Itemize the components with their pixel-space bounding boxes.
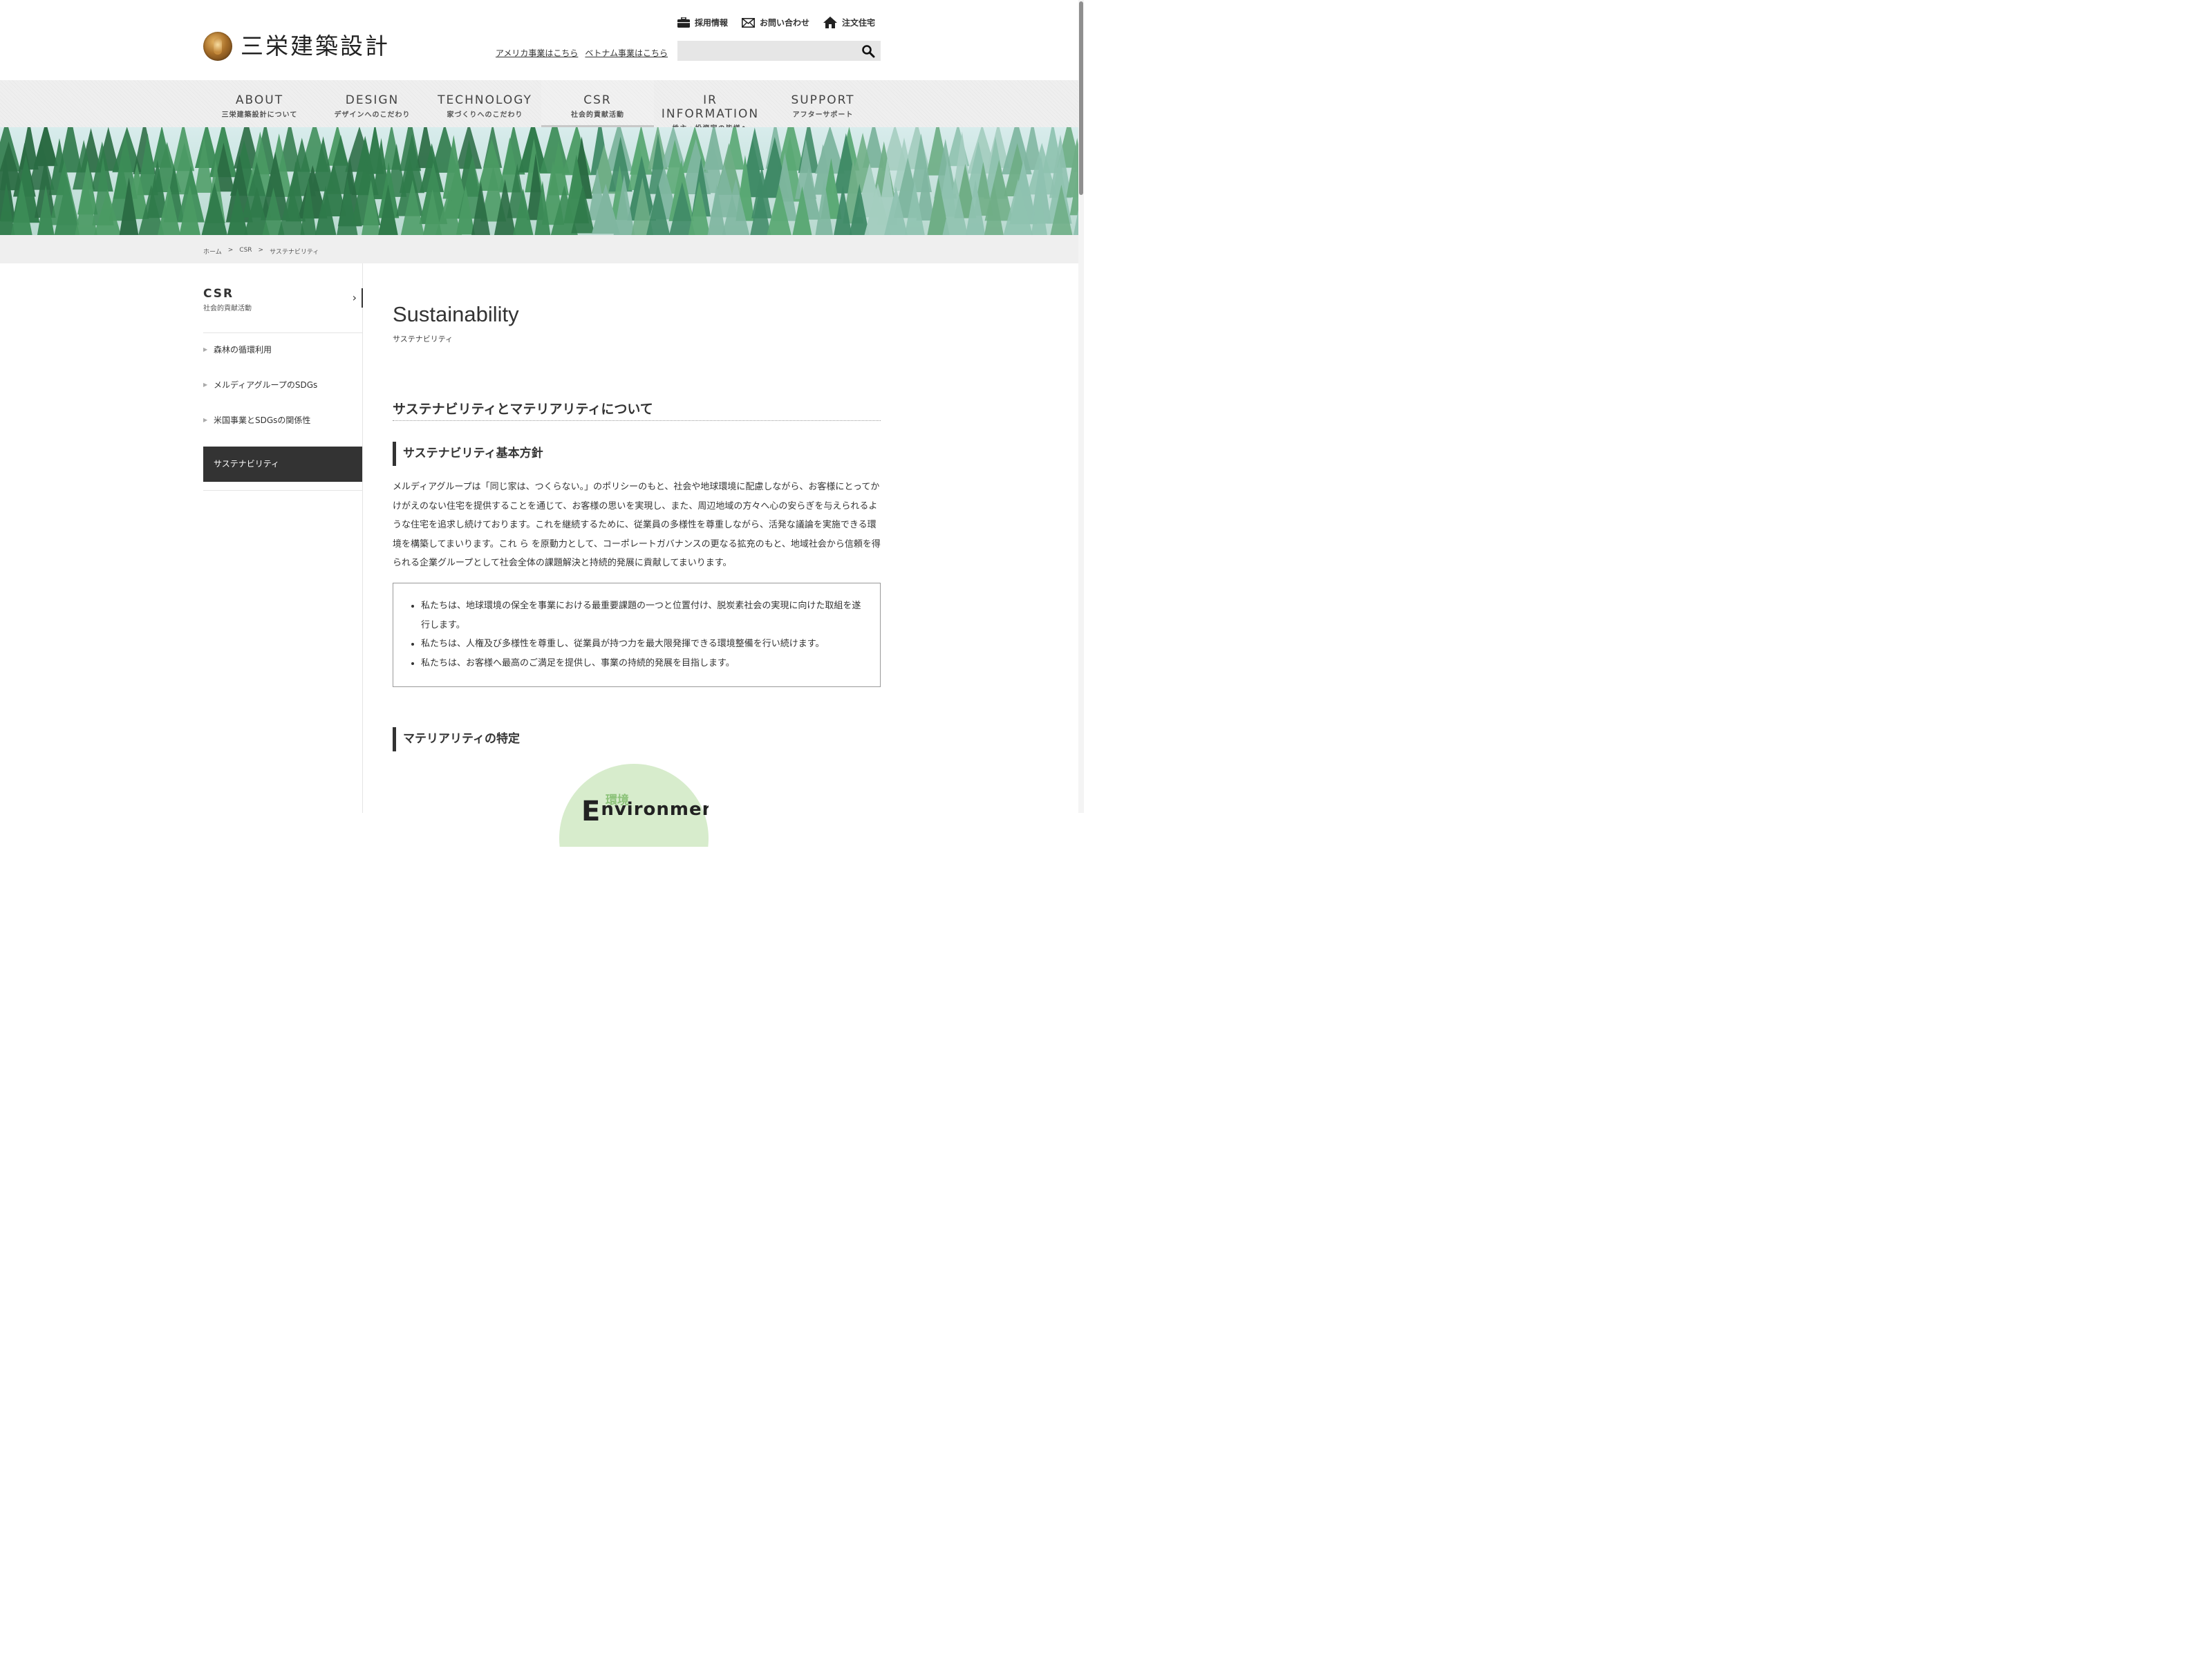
sidebar-item-us-business-sdgs[interactable]: ▶ 米国事業とSDGsの関係性 bbox=[203, 411, 362, 447]
environment-label-ja: 環境 bbox=[606, 794, 629, 807]
nav-label-en: TECHNOLOGY bbox=[438, 93, 532, 107]
sidebar-item-label: 森林の循環利用 bbox=[214, 345, 272, 355]
nav-label-en: ABOUT bbox=[235, 93, 284, 107]
nav-design[interactable]: DESIGN デザインへのこだわり bbox=[316, 80, 429, 127]
sidebar-item-group-sdgs[interactable]: ▶ メルディアグループのSDGs bbox=[203, 376, 362, 411]
envelope-icon bbox=[741, 17, 755, 28]
sidebar-item-forest-recycling[interactable]: ▶ 森林の循環利用 bbox=[203, 341, 362, 376]
sidebar-menu: ▶ 森林の循環利用 ▶ メルディアグループのSDGs ▶ 米国事業とSDGsの関… bbox=[203, 341, 362, 482]
breadcrumb-separator: > bbox=[227, 247, 234, 254]
hero-forest-image bbox=[0, 127, 1078, 235]
nav-label-ja: アフターサポート bbox=[792, 111, 854, 119]
util-link-label: お問い合わせ bbox=[759, 18, 809, 28]
util-link-custom-home[interactable]: 注文住宅 bbox=[823, 17, 875, 28]
breadcrumb-bar: ホーム > CSR > サステナビリティ bbox=[0, 235, 1084, 263]
nav-label-ja: デザインへのこだわり bbox=[334, 111, 411, 119]
nav-label-en: CSR bbox=[583, 93, 612, 107]
breadcrumb-csr[interactable]: CSR bbox=[239, 247, 252, 256]
search-box bbox=[677, 41, 881, 61]
site-logo[interactable]: 三栄建築設計 bbox=[203, 32, 390, 61]
policy-item: 私たちは、人権及び多様性を尊重し、従業員が持つ力を最大限発揮できる環境整備を行い… bbox=[421, 635, 868, 654]
util-link-label: 採用情報 bbox=[694, 18, 728, 28]
sidebar-heading-csr[interactable]: CSR 社会的貢献活動 › bbox=[203, 287, 363, 333]
sidebar-item-label: メルディアグループのSDGs bbox=[214, 380, 318, 390]
environment-initial: E bbox=[581, 796, 601, 827]
policy-item: 私たちは、地球環境の保全を事業における最重要課題の一つと位置付け、脱炭素社会の実… bbox=[421, 597, 868, 635]
search-input[interactable] bbox=[677, 41, 850, 61]
materiality-environment-figure: Environment 環境 bbox=[559, 764, 709, 847]
util-link-recruit[interactable]: 採用情報 bbox=[677, 17, 728, 28]
nav-support[interactable]: SUPPORT アフターサポート bbox=[767, 80, 879, 127]
policy-item: 私たちは、お客様へ最高のご満足を提供し、事業の持続的発展を目指します。 bbox=[421, 654, 868, 673]
util-link-label: 注文住宅 bbox=[841, 18, 875, 28]
chevron-right-icon: › bbox=[352, 291, 357, 304]
breadcrumb: ホーム > CSR > サステナビリティ bbox=[203, 247, 319, 256]
policy-list-box: 私たちは、地球環境の保全を事業における最重要課題の一つと位置付け、脱炭素社会の実… bbox=[393, 583, 881, 687]
search-icon[interactable] bbox=[861, 44, 875, 58]
page-title: Sustainability bbox=[393, 302, 519, 326]
nav-label-en: SUPPORT bbox=[791, 93, 855, 107]
subsection-heading-policy: サステナビリティ基本方針 bbox=[393, 442, 877, 466]
breadcrumb-current: サステナビリティ bbox=[270, 249, 319, 256]
global-nav: ABOUT 三栄建築設計について DESIGN デザインへのこだわり TECHN… bbox=[0, 80, 1084, 133]
site-header: 三栄建築設計 採用情報 お問い合わせ 注文住宅 アメリカ事業はこちら ベトナム事… bbox=[0, 0, 1084, 80]
nav-label-en: DESIGN bbox=[345, 93, 400, 107]
sidebar-item-label: 米国事業とSDGsの関係性 bbox=[214, 415, 311, 425]
environment-label-en: Environment bbox=[581, 790, 709, 827]
link-usa-business[interactable]: アメリカ事業はこちら bbox=[496, 47, 578, 59]
triangle-right-icon: ▶ bbox=[203, 382, 208, 388]
nav-technology[interactable]: TECHNOLOGY 家づくりへのこだわり bbox=[429, 80, 541, 127]
triangle-right-icon: ▶ bbox=[203, 417, 208, 423]
page-scrollbar[interactable] bbox=[1078, 0, 1084, 813]
nav-about[interactable]: ABOUT 三栄建築設計について bbox=[203, 80, 316, 127]
nav-label-ja: 社会的貢献活動 bbox=[571, 111, 624, 119]
link-vietnam-business[interactable]: ベトナム事業はこちら bbox=[585, 47, 668, 59]
sidebar-item-label: サステナビリティ bbox=[214, 459, 280, 469]
house-icon bbox=[823, 17, 837, 28]
utility-links: 採用情報 お問い合わせ 注文住宅 bbox=[677, 17, 875, 28]
policy-list: 私たちは、地球環境の保全を事業における最重要課題の一つと位置付け、脱炭素社会の実… bbox=[393, 583, 880, 673]
section-heading: サステナビリティとマテリアリティについて bbox=[393, 399, 881, 421]
policy-body-text: メルディアグループは「同じ家は、つくらない。」のポリシーのもと、社会や地球環境に… bbox=[393, 482, 881, 568]
nav-ir-information[interactable]: IR INFORMATION 株主・投資家の皆様へ bbox=[654, 80, 767, 133]
nav-label-en: IR INFORMATION bbox=[661, 93, 760, 121]
sidebar-title-en: CSR bbox=[203, 287, 234, 301]
scrollbar-thumb[interactable] bbox=[1079, 1, 1083, 195]
subsection-heading-materiality: マテリアリティの特定 bbox=[393, 727, 877, 751]
briefcase-icon bbox=[677, 17, 690, 28]
sidebar: CSR 社会的貢献活動 › ▶ 森林の循環利用 ▶ メルディアグループのSDGs… bbox=[203, 263, 363, 813]
sidebar-item-sustainability[interactable]: サステナビリティ bbox=[203, 447, 362, 482]
page-subtitle: サステナビリティ bbox=[393, 335, 453, 344]
logo-emblem-icon bbox=[203, 32, 232, 61]
overseas-links: アメリカ事業はこちら ベトナム事業はこちら bbox=[496, 47, 668, 59]
sidebar-divider bbox=[203, 490, 362, 491]
triangle-right-icon: ▶ bbox=[203, 346, 208, 353]
logo-text: 三栄建築設計 bbox=[241, 32, 390, 59]
nav-label-ja: 三栄建築設計について bbox=[221, 111, 298, 119]
breadcrumb-separator: > bbox=[258, 247, 264, 254]
util-link-contact[interactable]: お問い合わせ bbox=[741, 17, 809, 28]
global-nav-items: ABOUT 三栄建築設計について DESIGN デザインへのこだわり TECHN… bbox=[203, 80, 881, 133]
nav-csr[interactable]: CSR 社会的貢献活動 bbox=[541, 80, 654, 127]
nav-label-ja: 家づくりへのこだわり bbox=[447, 111, 523, 119]
sidebar-heading-marker bbox=[362, 288, 363, 308]
sidebar-title-ja: 社会的貢献活動 bbox=[203, 305, 252, 312]
breadcrumb-home[interactable]: ホーム bbox=[203, 247, 222, 256]
forest-illustration bbox=[0, 127, 1078, 235]
